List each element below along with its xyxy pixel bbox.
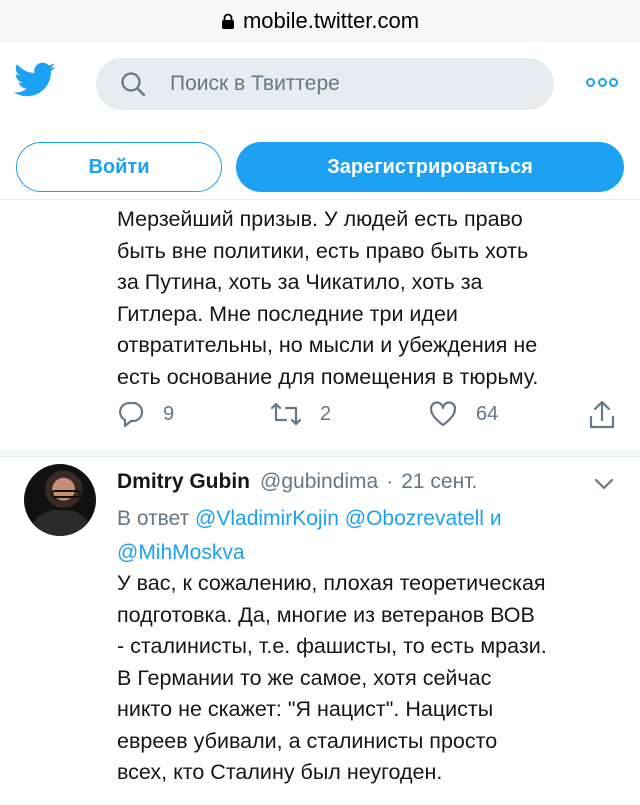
tweet-line: отвратительны, но мысли и убеждения не [117,333,538,357]
tweet-line: Гитлера. Мне последние три идеи [117,301,458,326]
reply-context: В ответ @VladimirKojin @Obozrevatell и @… [117,502,627,570]
tweet-header: Dmitry Gubin @gubindima · 21 сент. [117,470,477,494]
reply-button[interactable]: 9 [117,400,174,428]
login-button[interactable]: Войти [16,142,222,192]
tweet-line: - сталинисты, т.е. фашисты, то есть мраз… [117,634,547,658]
search-icon [121,72,146,97]
avatar[interactable] [24,464,96,536]
tweet-line: В Германии то же самое, хотя сейчас [117,665,492,690]
tweet-date[interactable]: 21 сент. [401,470,477,494]
tweet-line: никто не скажет: "Я нацист". Нацисты [117,697,494,721]
avatar-glasses [51,490,81,498]
tweet-divider [0,451,640,457]
reply-prefix: В ответ [117,507,190,530]
mention-link[interactable]: @Obozrevatell [345,507,484,530]
tweet-line: есть основание для помещения в тюрьму. [117,364,539,389]
mention-link[interactable]: @VladimirKojin [195,507,339,530]
retweet-count: 2 [320,402,332,425]
like-button[interactable]: 64 [428,400,498,428]
like-count: 64 [476,402,499,425]
display-name[interactable]: Dmitry Gubin [117,470,250,494]
tweet-line: всех, кто Сталину был неугоден. [117,760,443,784]
url-text: mobile.twitter.com [242,8,420,33]
more-options-icon[interactable] [586,78,618,90]
user-handle[interactable]: @gubindima [260,470,378,494]
share-icon [589,400,615,429]
search-placeholder: Поиск в Твиттере [170,72,340,95]
tweet-line: быть вне политики, есть право быть хоть [117,238,529,263]
retweet-icon [270,402,302,426]
chevron-down-icon[interactable] [594,478,614,490]
reply-icon [119,401,144,428]
tweet-line: У вас, к сожалению, плохая теоретическая [117,571,546,595]
reply-count: 9 [163,402,175,425]
signup-button[interactable]: Зарегистрироваться [236,142,624,192]
twitter-logo-icon[interactable] [14,62,56,98]
tweet-line: за Путина, хоть за Чикатило, хоть за [117,270,483,294]
tweet-text: Мерзейший призыв. У людей есть право быт… [117,204,627,393]
share-button[interactable] [588,400,634,430]
tweet-text: У вас, к сожалению, плохая теоретическая… [117,568,627,789]
heart-icon [429,401,457,427]
lock-icon [221,13,234,29]
tweet-line: подготовка. Да, многие из ветеранов ВОВ [117,602,535,627]
tweet-line: евреев убивали, а сталинисты просто [117,728,498,753]
tweet-line: Мерзейший призыв. У людей есть право [117,207,523,231]
tweet-actions: 9 2 64 [0,400,640,438]
search-input[interactable]: Поиск в Твиттере [96,58,554,110]
mention-link[interactable]: @MihMoskva [117,541,245,564]
separator-dot: · [386,470,394,493]
browser-url-bar[interactable]: mobile.twitter.com [0,0,640,42]
retweet-button[interactable]: 2 [270,400,331,428]
reply-and: и [489,507,502,530]
